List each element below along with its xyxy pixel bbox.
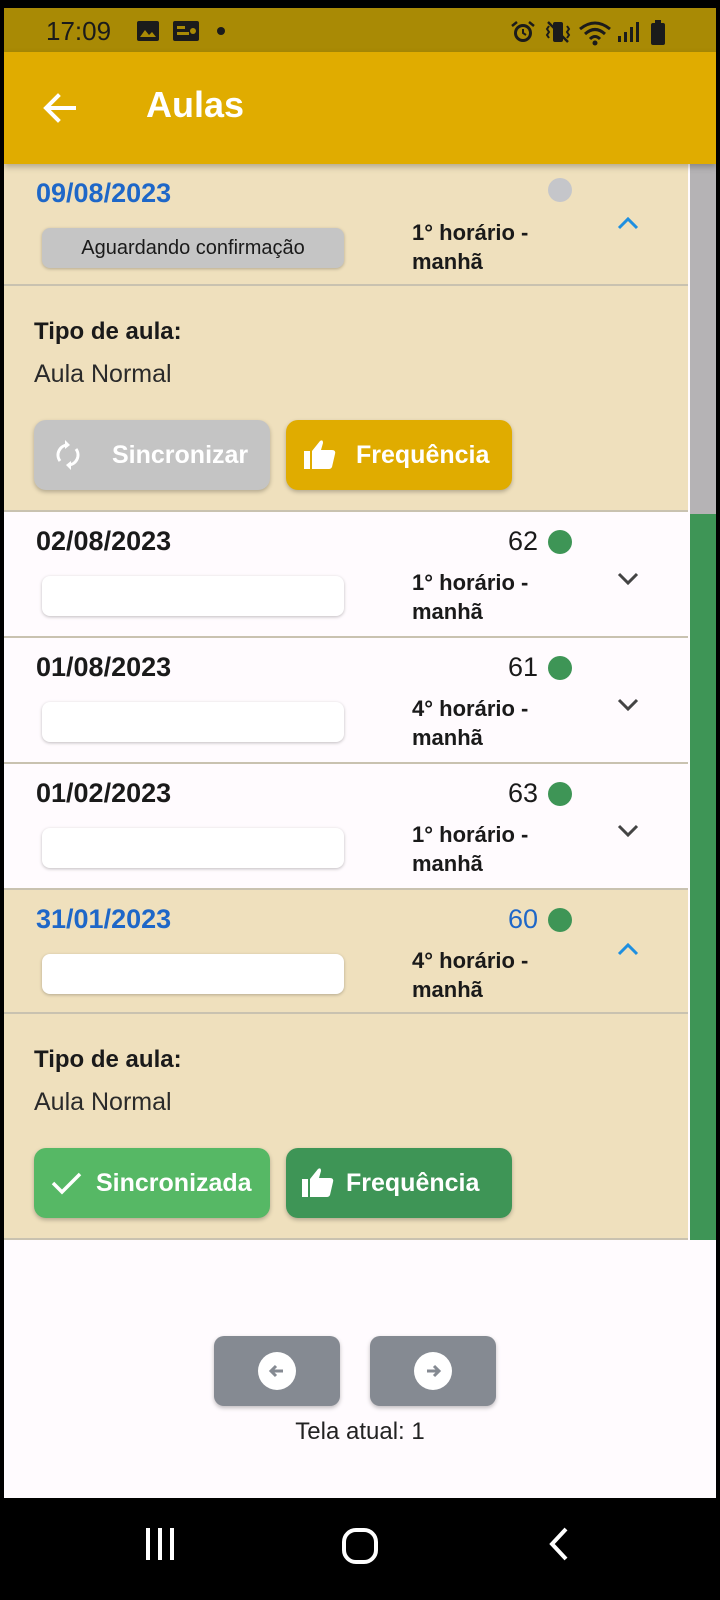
status-badge	[42, 954, 344, 994]
lesson-count: 62	[507, 526, 538, 556]
battery-icon	[651, 20, 665, 45]
lesson-slot: 1° horário - manhã	[412, 218, 572, 276]
lesson-slot-line1: 4° horário -	[412, 696, 529, 721]
lesson-list: 09/08/2023 Aguardando confirmação 1° hor…	[4, 164, 716, 1498]
lesson-type-label: Tipo de aula:	[34, 318, 182, 345]
lesson-date: 02/08/2023	[36, 526, 172, 556]
lesson-slot-line2: manhã	[412, 599, 483, 624]
status-badge	[42, 576, 344, 616]
lesson-slot: 4° horário - manhã	[412, 946, 572, 1004]
sync-button-label: Sincronizar	[112, 440, 249, 469]
app-bar: Aulas	[4, 52, 716, 164]
status-time: 17:09	[46, 16, 112, 46]
next-page-button[interactable]	[370, 1336, 496, 1406]
arrow-left-circle-icon	[258, 1352, 296, 1390]
home-icon[interactable]	[340, 1526, 380, 1566]
lesson-row[interactable]: 01/08/2023 61 4° horário - manhã	[4, 638, 688, 764]
check-icon	[51, 1172, 82, 1195]
status-dot	[548, 530, 572, 554]
lesson-slot: 1° horário - manhã	[412, 568, 572, 626]
status-dot	[548, 656, 572, 680]
sync-button[interactable]: Sincronizar	[34, 420, 270, 490]
lesson-slot: 4° horário - manhã	[412, 694, 572, 752]
navigation-bar	[0, 1498, 720, 1600]
lesson-slot-line2: manhã	[412, 249, 483, 274]
lesson-type-label: Tipo de aula:	[34, 1046, 182, 1073]
lesson-slot-line2: manhã	[412, 851, 483, 876]
lesson-row[interactable]: 01/02/2023 63 1° horário - manhã	[4, 764, 688, 890]
arrow-right-circle-icon	[414, 1352, 452, 1390]
lesson-detail: Tipo de aula: Aula Normal Sincronizar Fr…	[4, 286, 688, 512]
lesson-slot-line1: 1° horário -	[412, 220, 529, 245]
lesson-row[interactable]: 09/08/2023 Aguardando confirmação 1° hor…	[4, 164, 688, 286]
recent-apps-icon[interactable]	[142, 1526, 178, 1562]
synced-button-label: Sincronizada	[96, 1168, 252, 1197]
scrollbar-thumb[interactable]	[690, 514, 716, 1240]
status-bar: 17:09	[4, 8, 716, 52]
thumbs-up-icon	[304, 440, 336, 469]
lesson-slot-line1: 4° horário -	[412, 948, 529, 973]
lesson-slot-line2: manhã	[412, 725, 483, 750]
lesson-slot: 1° horário - manhã	[412, 820, 572, 878]
sync-icon	[56, 440, 80, 470]
vibrate-icon	[545, 21, 571, 43]
notification-dot-icon	[217, 27, 225, 35]
lesson-date: 01/02/2023	[36, 778, 172, 808]
chevron-down-icon[interactable]	[612, 814, 644, 846]
lesson-date: 09/08/2023	[36, 178, 172, 208]
lesson-type-value: Aula Normal	[34, 1088, 172, 1116]
lesson-row[interactable]: 31/01/2023 60 4° horário - manhã	[4, 890, 688, 1014]
status-badge: Aguardando confirmação	[42, 228, 344, 268]
frequency-button[interactable]: Frequência	[286, 1148, 512, 1218]
lesson-row[interactable]: 02/08/2023 62 1° horário - manhã	[4, 512, 688, 638]
arrow-left-icon[interactable]	[40, 88, 80, 128]
frequency-button-label: Frequência	[356, 440, 490, 469]
lesson-count: 60	[507, 904, 538, 934]
lesson-type-value: Aula Normal	[34, 360, 172, 388]
alarm-icon	[511, 21, 535, 42]
page-indicator: Tela atual: 1	[295, 1418, 425, 1445]
lesson-count: 63	[507, 778, 538, 808]
scrollbar-track[interactable]	[690, 164, 716, 514]
lesson-date: 31/01/2023	[36, 904, 172, 934]
status-dot	[548, 178, 572, 202]
screen: 17:09 Aulas 09/08/2023 Aguardando confir…	[0, 0, 720, 1600]
lesson-detail: Tipo de aula: Aula Normal Sincronizada F…	[4, 1014, 688, 1240]
lesson-count: 61	[507, 652, 538, 682]
thumbs-up-icon	[302, 1168, 334, 1197]
image-icon	[137, 21, 159, 41]
synced-button[interactable]: Sincronizada	[34, 1148, 270, 1218]
chevron-down-icon[interactable]	[612, 688, 644, 720]
status-dot	[548, 908, 572, 932]
status-badge	[42, 828, 344, 868]
signal-icon	[618, 22, 639, 42]
status-badge	[42, 702, 344, 742]
contact-card-icon	[173, 21, 199, 41]
page-title: Aulas	[146, 84, 245, 125]
frequency-button[interactable]: Frequência	[286, 420, 512, 490]
lesson-slot-line1: 1° horário -	[412, 822, 529, 847]
lesson-slot-line2: manhã	[412, 977, 483, 1002]
lesson-slot-line1: 1° horário -	[412, 570, 529, 595]
wifi-icon	[579, 21, 611, 46]
chevron-up-icon[interactable]	[612, 208, 644, 240]
status-dot	[548, 782, 572, 806]
chevron-up-icon[interactable]	[612, 934, 644, 966]
chevron-down-icon[interactable]	[612, 562, 644, 594]
lesson-date: 01/08/2023	[36, 652, 172, 682]
back-icon[interactable]	[546, 1526, 574, 1562]
previous-page-button[interactable]	[214, 1336, 340, 1406]
frequency-button-label: Frequência	[346, 1168, 480, 1197]
